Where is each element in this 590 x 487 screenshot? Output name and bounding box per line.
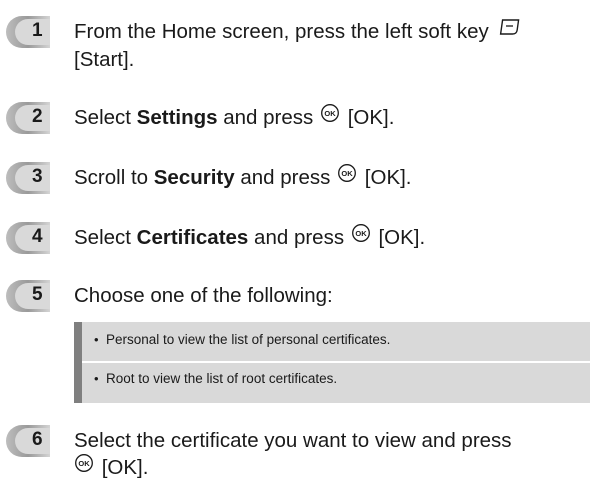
bullet: • bbox=[94, 371, 99, 386]
step-number: 5 bbox=[32, 284, 43, 305]
menu-item-name: Certificates bbox=[136, 226, 249, 249]
step-badge bbox=[6, 280, 50, 312]
step-number: 2 bbox=[32, 106, 43, 127]
step-text-suffix: [OK]. bbox=[378, 226, 426, 249]
ok-key-icon: OK bbox=[351, 223, 371, 251]
step-number: 4 bbox=[32, 226, 43, 247]
left-soft-key-icon bbox=[498, 17, 520, 45]
option-divider bbox=[82, 361, 590, 363]
step-number: 3 bbox=[32, 166, 43, 187]
step-text: Choose one of the following: bbox=[74, 284, 333, 307]
step-text-prefix: Scroll to bbox=[74, 166, 154, 189]
ok-key-icon: OK bbox=[74, 453, 94, 481]
option-item-root: • Root to view the list of root certifica… bbox=[94, 371, 337, 386]
svg-text:OK: OK bbox=[78, 458, 90, 467]
step-badge bbox=[6, 222, 50, 254]
step-text-suffix: [OK]. bbox=[101, 456, 149, 479]
instruction-page: { "steps": [ { "number": "1", "line1_pre… bbox=[0, 0, 590, 487]
step-text-prefix: Select bbox=[74, 226, 137, 249]
step-text-middle: and press bbox=[217, 106, 314, 129]
step-text: Scroll to Security and press OK [OK]. bbox=[74, 163, 412, 193]
bullet: • bbox=[94, 332, 99, 347]
option-item-personal: • Personal to view the list of personal c… bbox=[94, 332, 390, 347]
step-text-suffix: [OK]. bbox=[364, 166, 412, 189]
option-text: Root to view the list of root certificat… bbox=[106, 371, 338, 386]
step-text-prefix: Select bbox=[74, 106, 137, 129]
step-number: 6 bbox=[32, 429, 43, 450]
step-text: From the Home screen, press the left sof… bbox=[74, 18, 520, 47]
step-text-line: From the Home screen, press the left sof… bbox=[74, 20, 489, 43]
step-number: 1 bbox=[32, 20, 43, 41]
step-badge bbox=[6, 16, 50, 48]
ok-key-icon: OK bbox=[337, 163, 357, 191]
ok-key-icon: OK bbox=[320, 103, 340, 131]
step-badge bbox=[6, 162, 50, 194]
step-text-middle: and press bbox=[248, 226, 345, 249]
step-badge bbox=[6, 425, 50, 457]
menu-item-name: Security bbox=[153, 166, 235, 189]
option-text: Personal to view the list of personal ce… bbox=[106, 332, 391, 347]
step-text-suffix: [OK]. bbox=[347, 106, 395, 129]
svg-text:OK: OK bbox=[324, 108, 336, 117]
options-box: • Personal to view the list of personal c… bbox=[74, 322, 590, 403]
step-text-continuation: [Start]. bbox=[74, 48, 135, 71]
step-badge bbox=[6, 102, 50, 134]
step-text: Select the certificate you want to view … bbox=[74, 429, 512, 452]
svg-text:OK: OK bbox=[355, 228, 367, 237]
menu-item-name: Settings bbox=[136, 106, 218, 129]
step-text: Select Certificates and press OK [OK]. bbox=[74, 223, 426, 253]
step-text-middle: and press bbox=[234, 166, 331, 189]
step-text: Select Settings and press OK [OK]. bbox=[74, 103, 395, 133]
svg-text:OK: OK bbox=[341, 168, 353, 177]
step-text-continuation: OK [OK]. bbox=[74, 453, 149, 483]
